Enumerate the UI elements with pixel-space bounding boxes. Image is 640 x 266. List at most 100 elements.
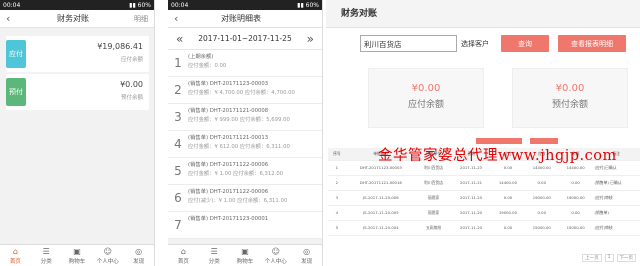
- list-item[interactable]: 3 (销售单) DHT-20171121-00008 应付金额：¥ 999.00 应…: [168, 104, 322, 131]
- select-customer-link[interactable]: 选择客户: [461, 39, 489, 49]
- item-title: (销售单) DHT-20171122-00006: [188, 162, 269, 168]
- cart-icon: ▣: [241, 247, 249, 256]
- table-row[interactable]: 2 DHT-20171121-00016 利川百货店 2017-11-21 14400.…: [328, 175, 640, 191]
- item-detail: 应付金额：¥ 612.00 应付余额：6,311.00: [188, 144, 290, 150]
- tab-home[interactable]: ⌂ 首页: [0, 245, 31, 266]
- next-page-button[interactable]: 下一页: [616, 254, 636, 262]
- status-battery: ▮▮ 60%: [297, 1, 319, 9]
- prev-page-button[interactable]: 上一页: [582, 254, 602, 262]
- list-icon: ☰: [42, 247, 50, 256]
- table-cell: 利川百货店: [415, 175, 452, 191]
- list-item[interactable]: 2 (销售单) DHT-20171123-00003 应付金额：¥ 4,700.00…: [168, 77, 322, 104]
- item-number: 4: [174, 137, 182, 151]
- user-icon: ☺: [271, 247, 280, 256]
- cart-icon: ▣: [73, 247, 81, 256]
- prepaid-summary-card: ¥0.00 预付余额: [512, 68, 628, 128]
- nav-bar: ‹ 财务对账 明细: [0, 10, 154, 28]
- query-button[interactable]: 查询: [501, 35, 549, 52]
- date-range[interactable]: 2017-11-01~2017-11-25: [198, 34, 291, 43]
- page-number[interactable]: 1: [604, 254, 614, 262]
- tab-label: 个人中心: [96, 259, 119, 265]
- next-period-icon[interactable]: »: [307, 32, 314, 46]
- page-title: 对账明细表: [221, 14, 261, 23]
- tab-cart[interactable]: ▣ 购物车: [230, 245, 261, 266]
- item-number: 1: [174, 56, 182, 70]
- list-item[interactable]: 4 (销售单) DHT-20171121-00013 应付金额：¥ 612.00 应…: [168, 131, 322, 158]
- table-cell: (销售单): [592, 205, 640, 221]
- tab-profile[interactable]: ☺ 个人中心: [260, 245, 291, 266]
- detail-link[interactable]: 明细: [126, 14, 148, 24]
- table-cell: 2: [328, 175, 346, 191]
- prepaid-amount: ¥0.00: [120, 80, 143, 89]
- item-number: 2: [174, 83, 182, 97]
- table-row[interactable]: 5 JS-2017-11-20-004 五彩缤纷 2017-11-20 0.00 1500…: [328, 220, 640, 236]
- table-cell: DHT-20171121-00016: [345, 175, 416, 191]
- home-icon: ⌂: [180, 247, 186, 256]
- payable-card[interactable]: 应付 ¥19,086.41 应付余额: [6, 36, 149, 72]
- back-arrow-icon[interactable]: ‹: [174, 12, 188, 25]
- table-cell: (销售单) 已确认: [592, 175, 640, 191]
- item-title: (销售单) DHT-20171123-00003: [188, 81, 269, 87]
- view-detail-button[interactable]: 查看报表明细: [558, 35, 626, 52]
- table-cell: 19000.00: [558, 190, 593, 206]
- status-battery: ▮▮ 60%: [129, 1, 151, 9]
- statement-list: 1 (上期余额) 应付金额：0.00 2 (销售单) DHT-20171123-000…: [168, 50, 322, 239]
- list-item[interactable]: 6 (销售单) DHT-20171122-00006 应付(减少)：¥ 1.00 应…: [168, 185, 322, 212]
- tab-label: 分类: [208, 259, 220, 265]
- tab-label: 首页: [177, 259, 189, 265]
- list-item[interactable]: 7 (销售单) DHT-20171123-00001: [168, 212, 322, 239]
- table-row[interactable]: 4 JS-2017-11-20-005 丽思家 2017-11-20 19000.00 0…: [328, 205, 640, 221]
- table-cell: 五彩缤纷: [415, 220, 452, 236]
- item-detail: 应付金额：¥ 999.00 应付余额：5,699.00: [188, 117, 290, 123]
- tab-category[interactable]: ☰ 分类: [199, 245, 230, 266]
- column-header: 序号: [328, 148, 346, 161]
- tab-home[interactable]: ⌂ 首页: [168, 245, 199, 266]
- table-row[interactable]: 3 JS-2017-11-20-006 丽思家 2017-11-20 0.00 19000…: [328, 190, 640, 206]
- prepaid-badge: 预付: [6, 78, 26, 106]
- status-time: 00:04: [3, 1, 21, 9]
- tab-label: 购物车: [68, 259, 86, 265]
- payable-caption: 应付余额: [120, 57, 143, 63]
- prepaid-caption: 预付余额: [120, 95, 143, 101]
- payable-badge: 应付: [6, 40, 26, 68]
- item-detail: 应付金额：0.00: [188, 63, 227, 69]
- tab-label: 发现: [301, 259, 313, 265]
- payable-summary-card: ¥0.00 应付余额: [368, 68, 484, 128]
- table-cell: 0.00: [524, 205, 559, 221]
- item-number: 6: [174, 191, 182, 205]
- item-number: 7: [174, 218, 182, 232]
- item-title: (销售单) DHT-20171121-00013: [188, 135, 269, 141]
- list-item[interactable]: 5 (销售单) DHT-20171122-00006 应付金额：¥ 1.00 应付余…: [168, 158, 322, 185]
- tab-category[interactable]: ☰ 分类: [31, 245, 62, 266]
- prepaid-amount: ¥0.00: [555, 83, 585, 94]
- table-cell: 14400.00: [491, 175, 525, 191]
- back-arrow-icon[interactable]: ‹: [6, 12, 20, 25]
- table-cell: JS-2017-11-20-005: [345, 205, 416, 221]
- tab-discover[interactable]: ◎ 发现: [123, 245, 154, 266]
- item-title: (销售单) DHT-20171122-00006: [188, 189, 269, 195]
- table-cell: (应付)审核: [592, 220, 640, 236]
- table-cell: 2017-11-20: [451, 220, 492, 236]
- phone-statement-detail: 00:04 ▮▮ 60% ‹ 对账明细表 « 2017-11-01~2017-1…: [168, 0, 323, 266]
- tab-bar: ⌂ 首页 ☰ 分类 ▣ 购物车 ☺ 个人中心 ◎ 发现: [168, 244, 322, 266]
- tab-cart[interactable]: ▣ 购物车: [62, 245, 93, 266]
- item-title: (销售单) DHT-20171123-00001: [188, 216, 269, 222]
- prepaid-card[interactable]: 预付 ¥0.00 预付余额: [6, 74, 149, 110]
- table-cell: 19000.00: [524, 190, 559, 206]
- tab-label: 分类: [40, 259, 52, 265]
- table-cell: 4: [328, 205, 346, 221]
- prev-period-icon[interactable]: «: [176, 32, 183, 46]
- list-item[interactable]: 1 (上期余额) 应付金额：0.00: [168, 50, 322, 77]
- tab-discover[interactable]: ◎ 发现: [291, 245, 322, 266]
- tab-bar: ⌂ 首页 ☰ 分类 ▣ 购物车 ☺ 个人中心 ◎ 发现: [0, 244, 154, 266]
- table-cell: 15000.00: [558, 220, 593, 236]
- item-detail: 应付(减少)：¥ 1.00 应付余额：6,311.00: [188, 198, 288, 204]
- prepaid-caption: 预付余额: [551, 100, 588, 110]
- customer-input[interactable]: 利川百货店: [360, 35, 457, 52]
- item-detail: 应付金额：¥ 4,700.00 应付余额：4,700.00: [188, 90, 295, 96]
- tab-profile[interactable]: ☺ 个人中心: [92, 245, 123, 266]
- table-cell: 0.00: [524, 175, 559, 191]
- compass-icon: ◎: [303, 247, 311, 256]
- item-title: (上期余额): [188, 54, 214, 60]
- item-number: 3: [174, 110, 182, 124]
